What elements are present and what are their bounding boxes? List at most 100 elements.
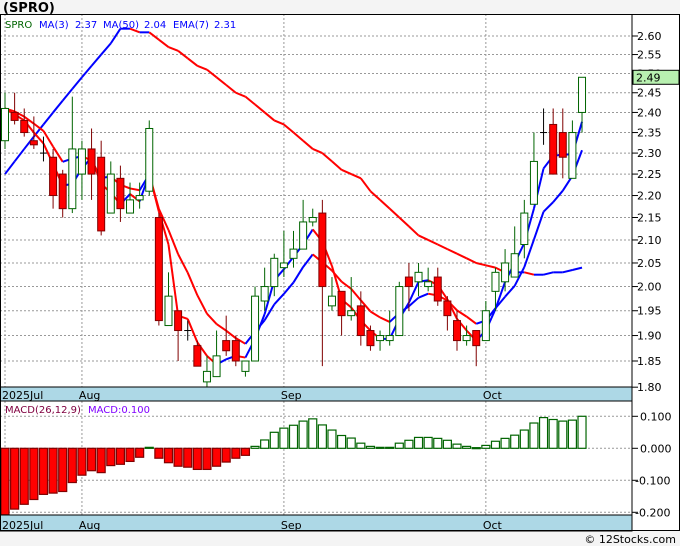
down-candle xyxy=(558,132,567,158)
date-label: Sep xyxy=(281,389,302,402)
down-candle xyxy=(174,310,183,332)
macd-bar xyxy=(423,436,433,449)
price-tick-label: 2.20 xyxy=(637,190,662,203)
price-tick-label: 2.55 xyxy=(637,49,662,62)
macd-bar xyxy=(211,447,222,467)
up-candle xyxy=(270,257,279,288)
macd-bar xyxy=(269,431,279,449)
macd-bar xyxy=(67,447,77,484)
macd-bar xyxy=(260,439,270,449)
down-candle xyxy=(318,212,327,288)
macd-bar xyxy=(471,447,481,450)
legend-ema7-value: 2.31 xyxy=(214,20,236,31)
price-tick-label: 2.35 xyxy=(637,127,662,140)
down-candle xyxy=(337,290,346,317)
macd-tick-label: 0.100 xyxy=(640,410,672,423)
date-label: Oct xyxy=(483,389,503,402)
macd-bar xyxy=(279,427,289,449)
up-candle xyxy=(289,248,298,259)
date-label: Aug xyxy=(79,389,100,402)
up-candle xyxy=(529,160,538,205)
down-candle xyxy=(193,345,202,367)
macd-bar xyxy=(298,420,308,449)
macd-tick-label: 0.000 xyxy=(640,442,672,455)
macd-bar xyxy=(346,437,356,449)
macd-bar xyxy=(481,444,491,449)
legend-ma50-label: MA(50) xyxy=(103,20,139,31)
macd-bar xyxy=(433,437,443,449)
down-candle xyxy=(154,216,163,322)
macd-bar xyxy=(192,447,202,471)
price-tick-label: 2.10 xyxy=(637,234,662,247)
macd-bar xyxy=(288,424,299,449)
macd-bar xyxy=(375,446,385,449)
legend-ma50-value: 2.04 xyxy=(144,20,166,31)
macd-bar xyxy=(163,447,174,464)
macd-value: MACD:0.100 xyxy=(88,405,150,416)
macd-bar xyxy=(577,415,587,449)
up-candle xyxy=(241,360,250,372)
price-tick-label: 2.00 xyxy=(637,281,662,294)
up-candle xyxy=(106,173,115,214)
price-tick-label: 2.15 xyxy=(637,211,662,224)
macd-bar xyxy=(529,422,539,449)
down-candle xyxy=(549,123,558,175)
down-candle xyxy=(87,148,96,175)
macd-bar xyxy=(442,439,452,449)
up-candle xyxy=(491,271,500,292)
macd-bar xyxy=(86,447,97,472)
macd-bar xyxy=(558,420,568,449)
down-candle xyxy=(97,156,106,232)
macd-bar xyxy=(510,434,520,449)
macd-bar xyxy=(548,418,558,449)
macd-tick-label: -0.100 xyxy=(635,474,670,487)
macd-bar xyxy=(327,429,337,449)
footer-copyright: © 12Stocks.com xyxy=(584,533,676,546)
legend-ma3-value: 2.37 xyxy=(75,20,97,31)
down-candle xyxy=(452,320,461,342)
legend-symbol: SPRO xyxy=(5,20,32,31)
down-candle xyxy=(58,173,67,210)
macd-bar xyxy=(173,447,183,467)
up-candle xyxy=(68,148,77,210)
down-candle xyxy=(116,177,125,210)
down-candle xyxy=(231,340,240,362)
legend: SPRO MA(3) 2.37 MA(50) 2.04 EMA(7) 2.31 xyxy=(5,20,236,31)
macd-bar xyxy=(240,447,251,456)
down-candle xyxy=(356,305,365,337)
macd-bar xyxy=(231,447,241,459)
up-candle xyxy=(395,286,404,337)
legend-ema7-label: EMA(7) xyxy=(173,20,209,31)
up-candle xyxy=(385,335,394,342)
macd-bar xyxy=(154,447,164,459)
date-label: 2025Jul xyxy=(2,389,43,402)
price-tick-label: 2.60 xyxy=(637,30,662,43)
up-candle xyxy=(510,253,519,278)
macd-bar xyxy=(462,445,472,449)
macd-tick-label: -0.200 xyxy=(635,506,670,519)
down-candle xyxy=(472,330,481,347)
macd-label: MACD(26,12,9) xyxy=(5,405,81,416)
up-candle xyxy=(327,295,336,307)
macd-bar xyxy=(125,447,135,463)
up-candle xyxy=(520,212,529,246)
price-tick-label: 2.30 xyxy=(637,147,662,160)
up-candle xyxy=(279,262,288,269)
down-candle xyxy=(366,330,375,347)
down-candle xyxy=(404,276,413,288)
macd-bar xyxy=(500,437,510,449)
macd-bar xyxy=(96,447,106,474)
macd-bar xyxy=(221,447,231,463)
up-candle xyxy=(135,195,144,201)
up-candle xyxy=(414,271,423,283)
up-candle xyxy=(578,76,587,113)
macd-bar xyxy=(58,447,68,493)
macd-bar xyxy=(365,445,376,449)
macd-bar xyxy=(19,447,29,505)
macd-bar xyxy=(413,436,424,449)
macd-bar xyxy=(490,440,501,449)
legend-ma3-label: MA(3) xyxy=(39,20,69,31)
down-candle xyxy=(49,156,58,197)
down-candle xyxy=(10,111,19,121)
down-candle xyxy=(29,140,38,146)
